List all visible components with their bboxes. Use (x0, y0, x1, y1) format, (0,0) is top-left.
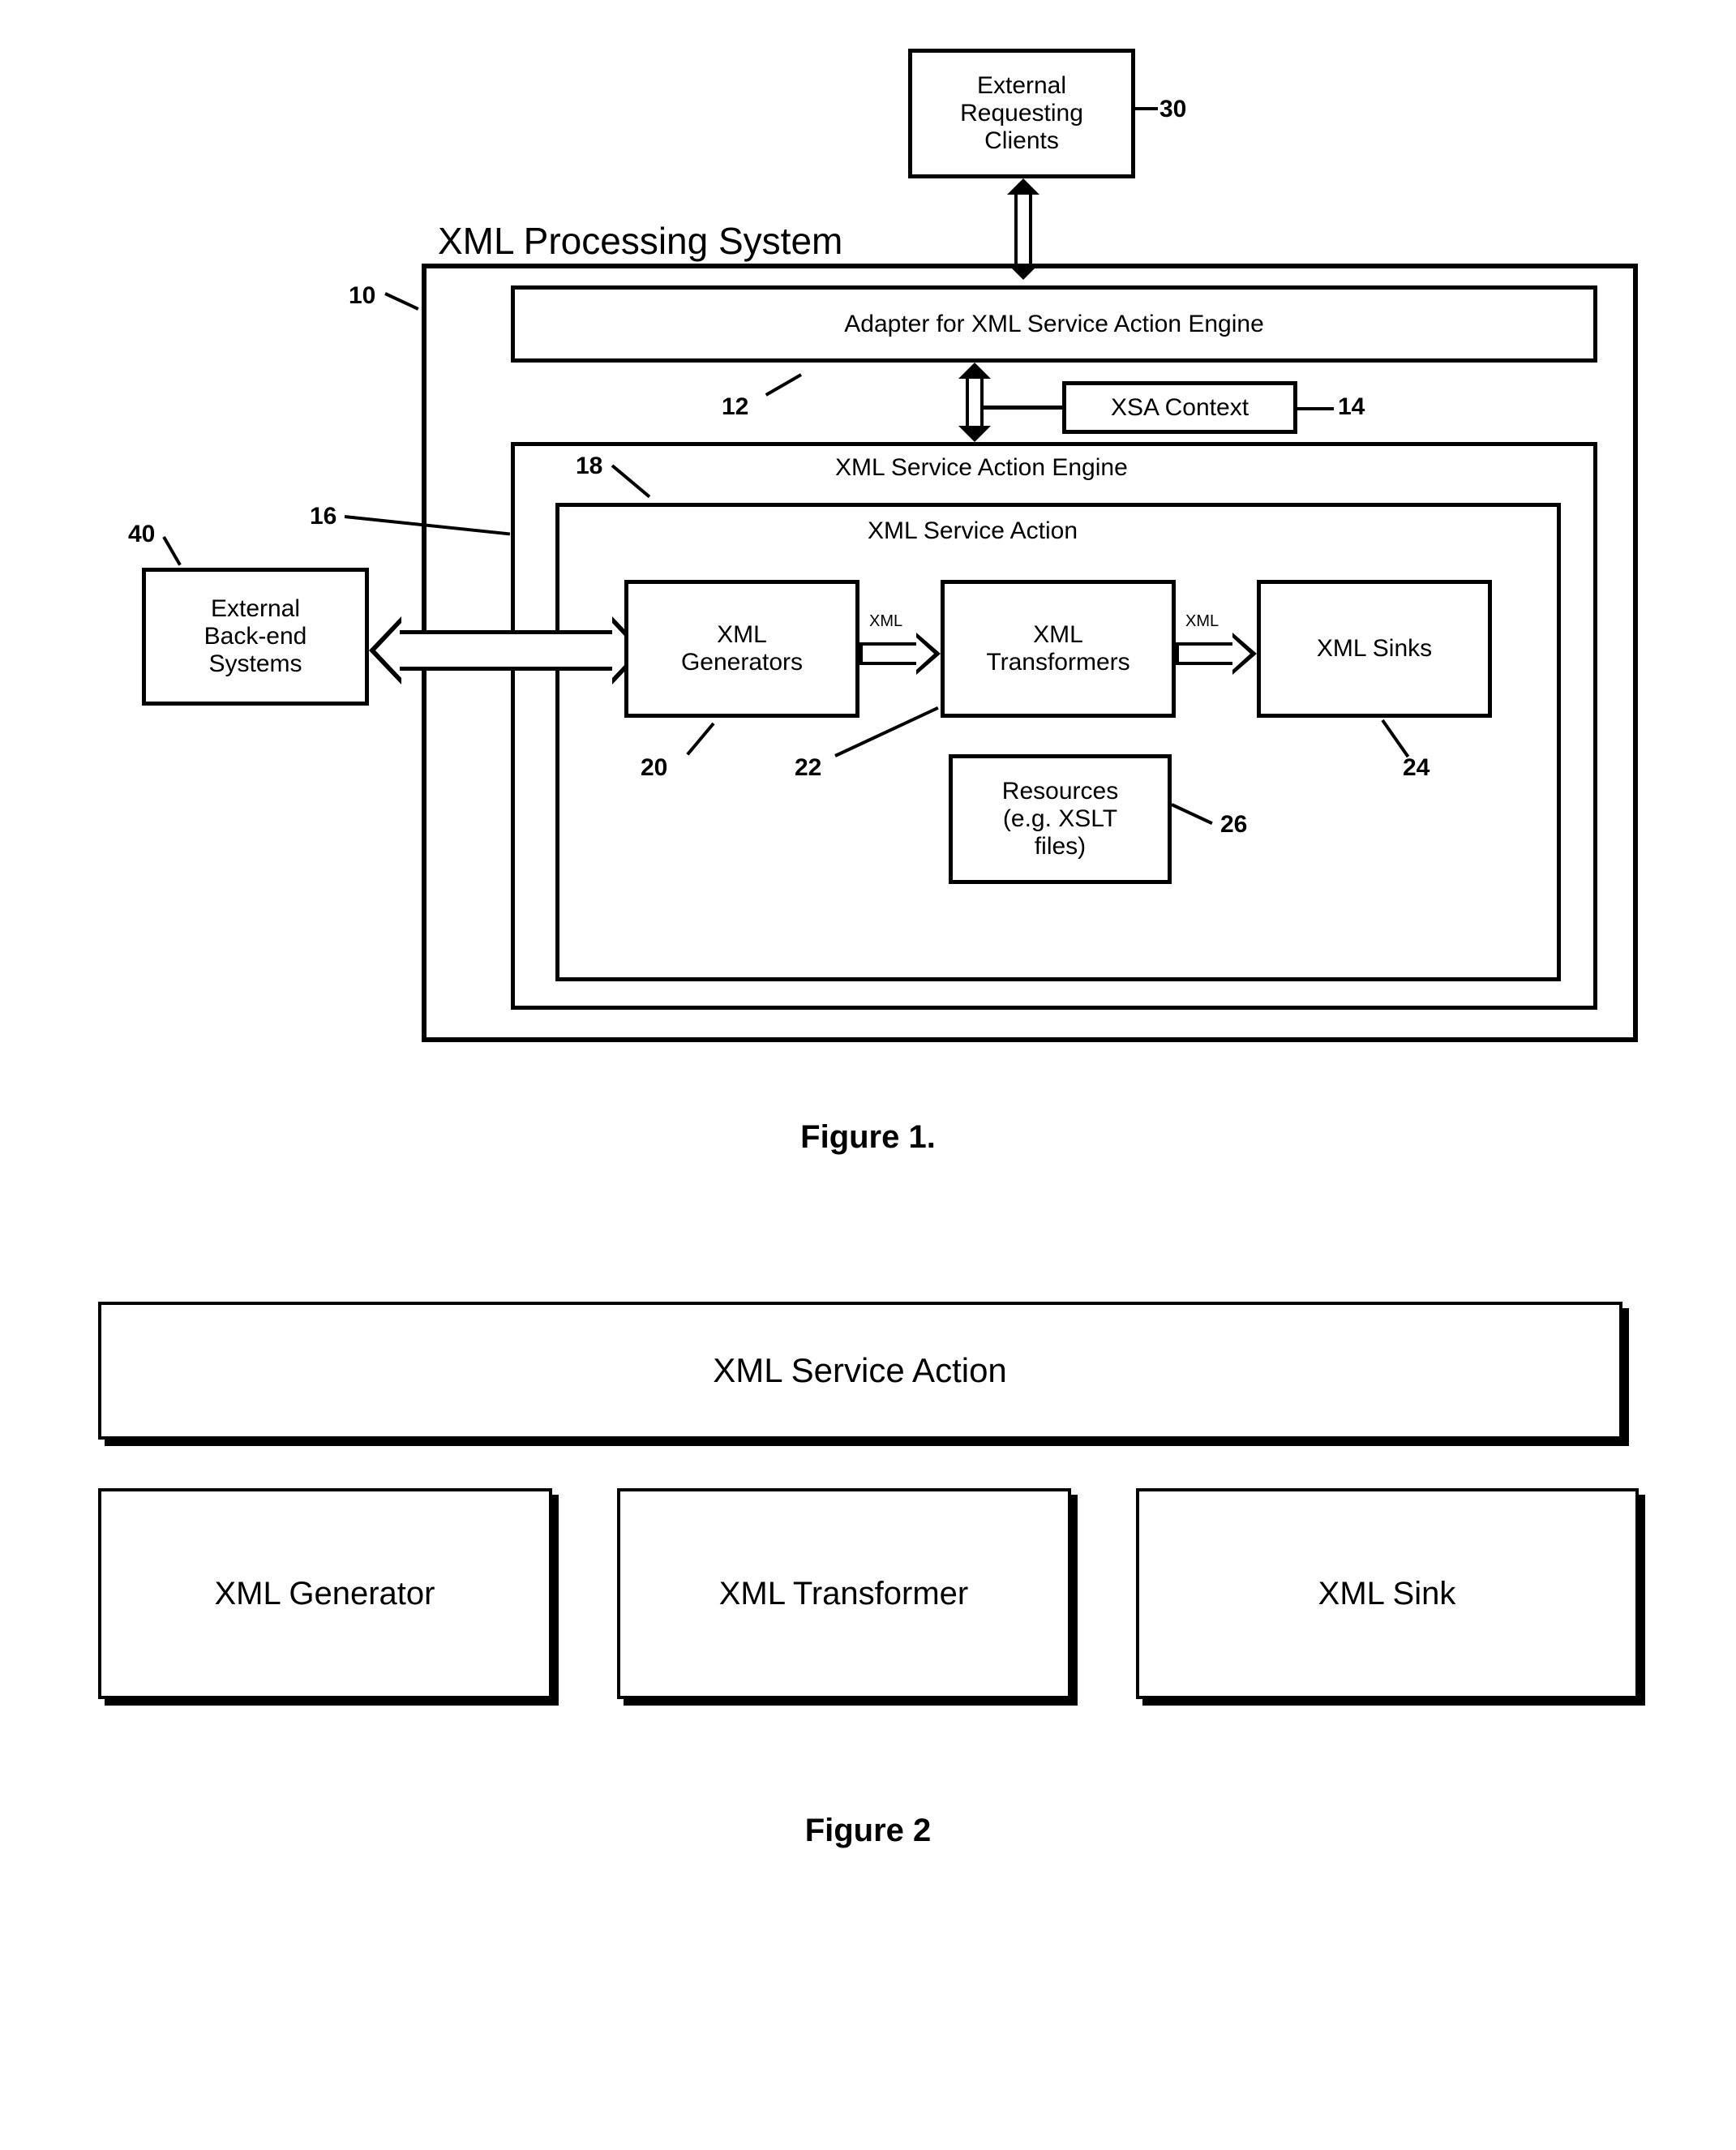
pipe-label-2: XML (1185, 612, 1219, 631)
engine-title: XML Service Action Engine (835, 454, 1128, 482)
ref-14: 14 (1338, 393, 1365, 421)
fig2-generator: XML Generator (98, 1488, 552, 1699)
ref-24: 24 (1403, 754, 1430, 782)
ref-16: 16 (310, 503, 336, 530)
leader-14 (1297, 407, 1334, 410)
figure-2-caption: Figure 2 (89, 1813, 1647, 1849)
ref-30: 30 (1159, 96, 1186, 123)
adapter-box: Adapter for XML Service Action Engine (511, 285, 1597, 363)
leader-40 (162, 536, 181, 566)
arrow-backend-generators (369, 616, 645, 684)
xsa-connector (981, 406, 1062, 410)
pipe-label-1: XML (869, 612, 902, 631)
fig2-sink: XML Sink (1136, 1488, 1639, 1699)
figure-1-caption: Figure 1. (89, 1119, 1647, 1156)
fig2-transformer: XML Transformer (617, 1488, 1071, 1699)
arrow-gen-trans (859, 633, 941, 675)
leader-10 (384, 292, 418, 311)
figure-1: External Requesting Clients 30 XML Proce… (89, 49, 1630, 1062)
xsa-context-box: XSA Context (1062, 381, 1297, 434)
leader-30 (1135, 107, 1158, 110)
arrow-adapter-engine (957, 363, 992, 442)
external-clients-box: External Requesting Clients (908, 49, 1135, 178)
arrow-clients-adapter (1005, 178, 1041, 280)
arrow-trans-sink (1176, 633, 1257, 675)
ref-10: 10 (349, 282, 375, 310)
resources-box: Resources (e.g. XSLT files) (949, 754, 1172, 884)
ref-26: 26 (1220, 811, 1247, 839)
fig2-service-action: XML Service Action (98, 1302, 1622, 1440)
system-title: XML Processing System (438, 219, 842, 263)
ref-20: 20 (641, 754, 667, 782)
ref-22: 22 (795, 754, 821, 782)
ref-18: 18 (576, 453, 602, 480)
action-title: XML Service Action (868, 517, 1078, 545)
action-box (555, 503, 1561, 981)
transformers-box: XML Transformers (941, 580, 1176, 718)
ref-40: 40 (128, 521, 155, 548)
sinks-box: XML Sinks (1257, 580, 1492, 718)
ref-12: 12 (722, 393, 748, 421)
generators-box: XML Generators (624, 580, 859, 718)
external-backend-box: External Back-end Systems (142, 568, 369, 706)
figure-2: XML Service Action XML Generator XML Tra… (98, 1302, 1639, 1699)
